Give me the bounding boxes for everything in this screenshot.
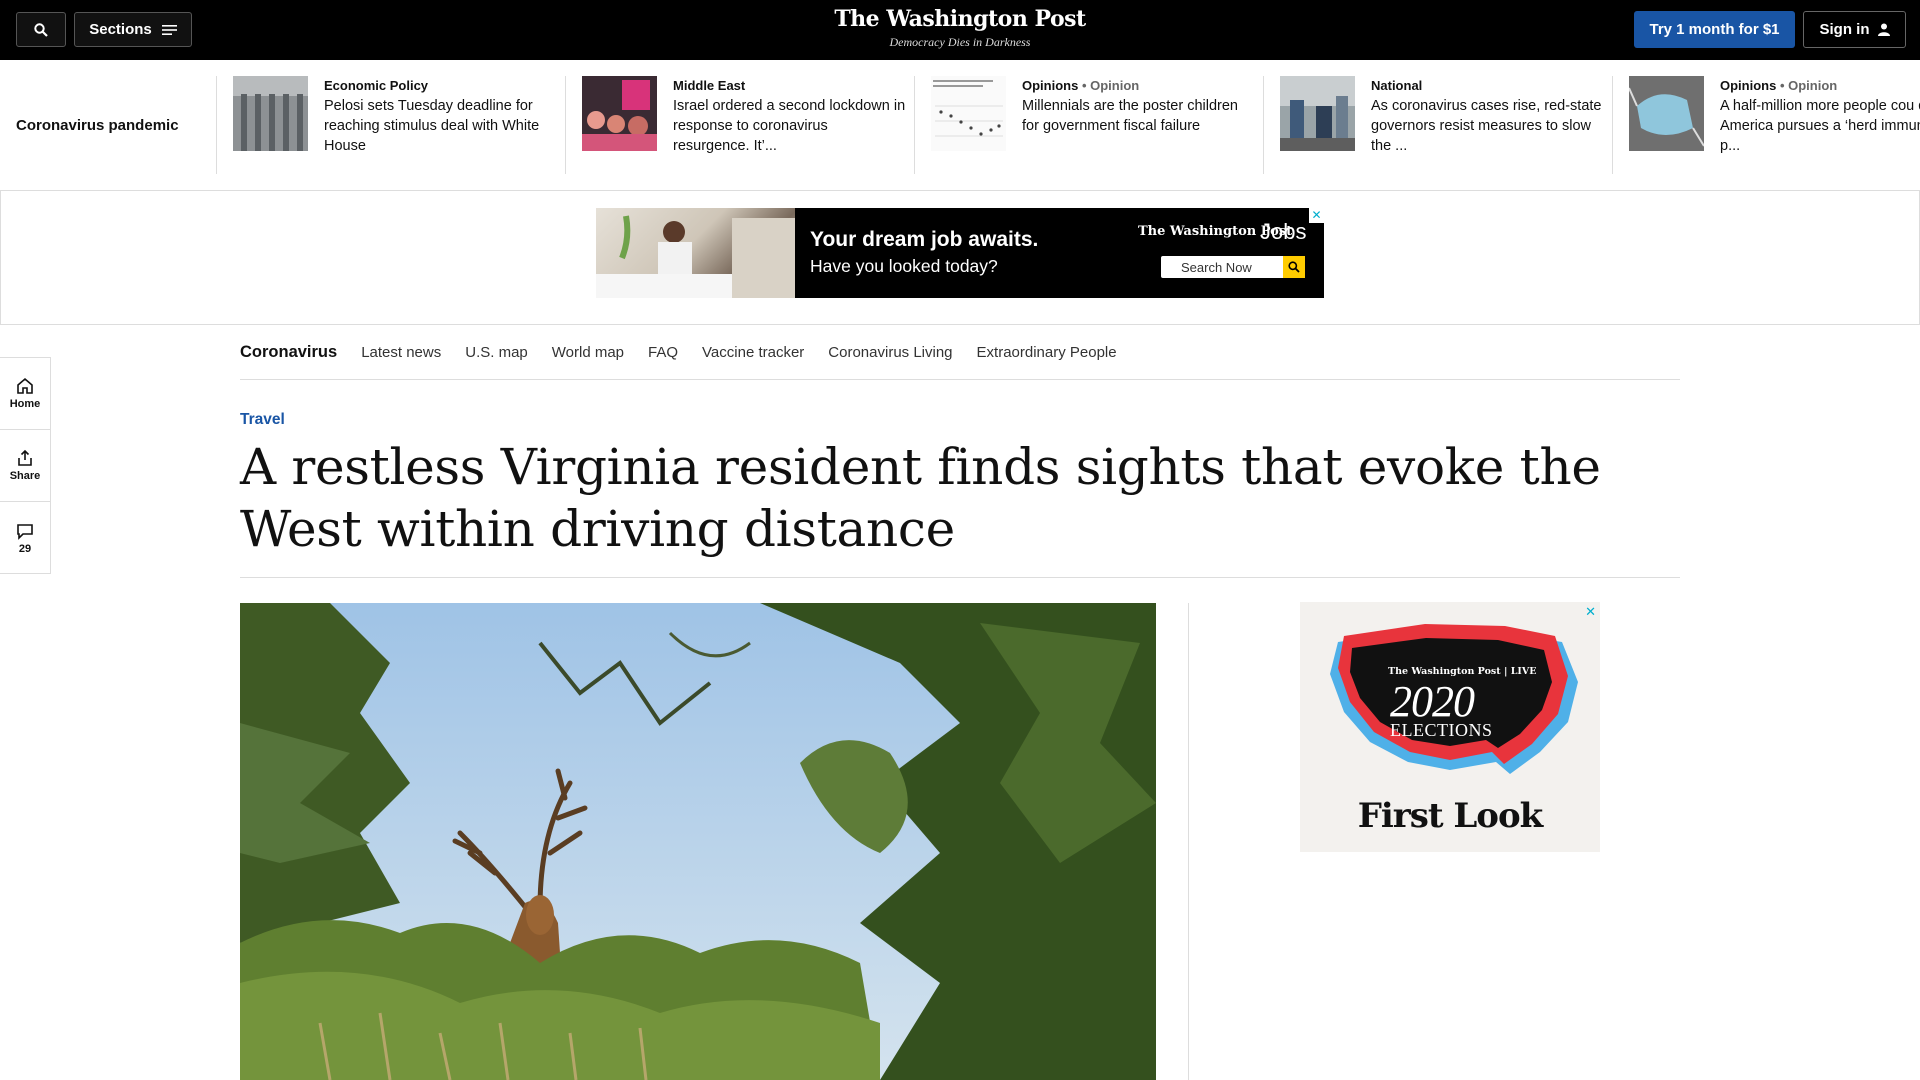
item-kicker[interactable]: Middle East [673,76,908,96]
article-kicker[interactable]: Travel [240,411,285,429]
thumbnail-image [233,76,308,151]
column-divider [1188,603,1189,1080]
opinion-label: • Opinion [1081,78,1140,93]
item-kicker[interactable]: National [1371,76,1606,96]
share-label: Share [9,470,41,482]
ad-first-look: First Look [1357,796,1543,836]
ad-search-button[interactable] [1283,256,1305,278]
section-nav-title[interactable]: Coronavirus [240,343,337,362]
section-nav-link[interactable]: FAQ [648,344,678,361]
chart-thumbnail-image [931,76,1006,151]
ad-photo [596,208,795,298]
ad-subhead: Have you looked today? [810,256,998,276]
jobs-ad[interactable]: Your dream job awaits. Have you looked t… [596,208,1324,298]
search-icon [34,22,48,37]
strip-item[interactable]: National As coronavirus cases rise, red-… [1263,76,1612,174]
ad-search-box[interactable]: Search Now [1161,256,1305,278]
elections-ad[interactable]: ✕ The Washington Post | LIVE 2020 ELECTI… [1300,602,1600,852]
strip-item[interactable]: Opinions • Opinion A half-million more p… [1612,76,1920,174]
user-icon [1877,23,1890,36]
share-icon [18,449,32,466]
sign-in-button[interactable]: Sign in [1803,11,1906,48]
hero-image[interactable] [240,603,1156,1080]
menu-icon [161,24,177,35]
ad-close-icon[interactable]: ✕ [1309,208,1324,223]
masthead[interactable]: The Washington Post Democracy Dies in Da… [760,6,1160,50]
section-nav-link[interactable]: Coronavirus Living [828,344,952,361]
top-bar: Sections The Washington Post Democracy D… [0,0,1920,60]
item-kicker[interactable]: Economic Policy [324,76,559,96]
ad-headline: Your dream job awaits. [810,228,1039,251]
search-button[interactable] [16,12,66,47]
home-button[interactable]: Home [0,358,50,430]
item-headline[interactable]: Pelosi sets Tuesday deadline for reachin… [324,96,559,156]
search-icon [1288,261,1300,273]
ad-photo-image [596,215,795,298]
comment-icon [17,523,33,540]
thumbnail-image [1629,76,1704,151]
article-headline: A restless Virginia resident finds sight… [240,438,1601,558]
tagline: Democracy Dies in Darkness [889,35,1031,49]
thumbnail-image [582,76,657,151]
logo[interactable]: The Washington Post [760,6,1160,32]
item-headline[interactable]: Millennials are the poster children for … [1022,96,1257,136]
strip-item[interactable]: Economic Policy Pelosi sets Tuesday dead… [216,76,565,174]
comment-count: 29 [18,542,32,555]
ad-search-label: Search Now [1181,259,1252,275]
strip-label[interactable]: Coronavirus pandemic [16,117,179,134]
section-nav-link[interactable]: Vaccine tracker [702,344,804,361]
strip-item[interactable]: Middle East Israel ordered a second lock… [565,76,914,174]
sign-in-label: Sign in [1819,21,1870,38]
home-label: Home [9,398,41,410]
opinions-kicker[interactable]: Opinions [1720,78,1776,93]
home-icon [17,377,33,394]
section-nav-link[interactable]: Latest news [361,344,441,361]
ad-close-icon[interactable]: ✕ [1585,604,1596,620]
item-kicker[interactable]: Opinions • Opinion [1720,76,1920,96]
article-tools-rail: Home Share 29 [0,357,51,574]
section-nav-link[interactable]: U.S. map [465,344,528,361]
ad-elections-label: ELECTIONS [1390,720,1493,740]
opinions-kicker[interactable]: Opinions [1022,78,1078,93]
ad-jobs-word: Jobs [1260,219,1307,244]
divider [240,577,1680,578]
share-button[interactable]: Share [0,430,50,502]
item-headline[interactable]: As coronavirus cases rise, red-state gov… [1371,96,1606,156]
item-headline[interactable]: Israel ordered a second lockdown in resp… [673,96,908,156]
strip-item[interactable]: Opinions • Opinion Millennials are the p… [914,76,1263,174]
section-nav: Coronavirus Latest news U.S. map World m… [240,325,1680,380]
subscribe-button[interactable]: Try 1 month for $1 [1634,11,1795,48]
section-nav-link[interactable]: Extraordinary People [977,344,1117,361]
item-headline[interactable]: A half-million more people cou die if Am… [1720,96,1920,156]
section-nav-link[interactable]: World map [552,344,624,361]
item-kicker[interactable]: Opinions • Opinion [1022,76,1257,96]
sections-button[interactable]: Sections [74,12,192,47]
sections-label: Sections [89,21,152,38]
comments-button[interactable]: 29 [0,502,50,574]
opinion-label: • Opinion [1779,78,1838,93]
thumbnail-image [1280,76,1355,151]
headline-strip: Coronavirus pandemic Economic Policy Pel… [0,60,1920,191]
hero-elk-image [240,603,1156,1080]
